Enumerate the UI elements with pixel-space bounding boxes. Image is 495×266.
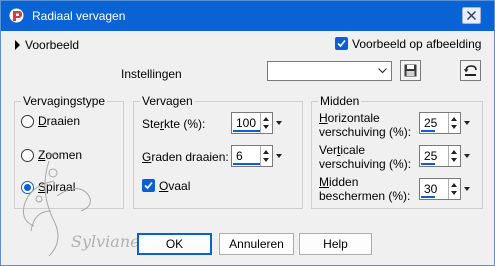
reset-icon	[464, 65, 477, 76]
close-icon	[467, 11, 476, 20]
ok-button[interactable]: OK	[137, 233, 212, 255]
strength-dropdown[interactable]	[275, 113, 283, 133]
dropdown-arrow-icon	[276, 154, 282, 158]
dialog-window: Radiaal vervagen Voorbeeld Voorbeeld op …	[0, 0, 495, 266]
chevron-down-icon	[378, 68, 387, 74]
arrow-down-icon[interactable]	[451, 125, 457, 129]
rotate-arrows[interactable]	[260, 146, 272, 166]
help-button[interactable]: Help	[299, 233, 372, 255]
protect-arrows[interactable]	[448, 179, 460, 199]
save-preset-button[interactable]	[400, 60, 421, 81]
cancel-button[interactable]: Annuleren	[219, 233, 294, 255]
check-icon	[337, 39, 346, 48]
arrow-down-icon[interactable]	[451, 191, 457, 195]
preview-label: Voorbeeld	[25, 38, 80, 52]
v-offset-label-line2: verschuiving (%):	[319, 157, 412, 171]
radio-rotate[interactable]	[21, 115, 34, 128]
strength-arrows[interactable]	[260, 113, 272, 133]
h-offset-label-line2: verschuiving (%):	[319, 125, 412, 139]
arrow-up-icon[interactable]	[451, 183, 457, 187]
window-title: Radiaal vervagen	[32, 9, 126, 23]
h-offset-label: Horizontale	[319, 111, 380, 125]
reset-button[interactable]	[460, 60, 481, 81]
h-offset-dropdown[interactable]	[463, 113, 471, 133]
arrow-down-icon[interactable]	[451, 158, 457, 162]
watermark-text: Sylviane	[71, 232, 140, 251]
strength-label: Sterkte (%):	[142, 117, 206, 131]
strength-bar	[233, 130, 261, 132]
rotate-dropdown[interactable]	[275, 146, 283, 166]
blur-type-title: Vervagingstype	[21, 94, 108, 108]
preview-on-image-label[interactable]: Voorbeeld op afbeelding	[352, 37, 481, 51]
app-icon	[9, 8, 24, 23]
dropdown-arrow-icon	[276, 121, 282, 125]
expand-triangle-icon	[15, 40, 20, 50]
v-offset-spinner[interactable]: 25	[419, 145, 461, 167]
arrow-down-icon[interactable]	[263, 125, 269, 129]
arrow-up-icon[interactable]	[451, 117, 457, 121]
blur-title: Vervagen	[140, 94, 195, 108]
arrow-up-icon[interactable]	[263, 150, 269, 154]
h-offset-arrows[interactable]	[448, 113, 460, 133]
arrow-up-icon[interactable]	[263, 117, 269, 121]
v-offset-value: 25	[424, 149, 438, 163]
protect-label-line2: beschermen (%):	[319, 189, 411, 203]
preview-on-image-checkbox[interactable]	[335, 37, 348, 50]
h-offset-spinner[interactable]: 25	[419, 112, 461, 134]
dropdown-arrow-icon	[464, 154, 470, 158]
protect-spinner[interactable]: 30	[419, 178, 461, 200]
dropdown-arrow-icon	[464, 187, 470, 191]
arrow-down-icon[interactable]	[263, 158, 269, 162]
protect-label: Midden	[319, 175, 359, 189]
protect-bar	[421, 196, 435, 198]
v-offset-label: Verticale	[319, 143, 366, 157]
radio-rotate-label[interactable]: Draaien	[38, 114, 80, 128]
settings-combo[interactable]	[267, 61, 392, 81]
rotate-bar	[233, 163, 261, 165]
rotate-value: 6	[236, 149, 243, 163]
strength-value: 100	[236, 116, 257, 130]
h-offset-bar	[421, 130, 435, 132]
rotate-spinner[interactable]: 6	[231, 145, 273, 167]
v-offset-bar	[421, 163, 435, 165]
protect-value: 30	[424, 182, 438, 196]
close-button[interactable]	[462, 7, 481, 24]
oval-label[interactable]: Ovaal	[159, 179, 190, 193]
title-bar[interactable]: Radiaal vervagen	[1, 1, 494, 31]
settings-label: Instellingen	[121, 67, 182, 81]
arrow-up-icon[interactable]	[451, 150, 457, 154]
center-title: Midden	[318, 94, 362, 108]
strength-spinner[interactable]: 100	[231, 112, 273, 134]
protect-dropdown[interactable]	[463, 179, 471, 199]
v-offset-dropdown[interactable]	[463, 146, 471, 166]
h-offset-value: 25	[424, 116, 438, 130]
floppy-disk-icon	[404, 64, 417, 77]
dropdown-arrow-icon	[464, 121, 470, 125]
v-offset-arrows[interactable]	[448, 146, 460, 166]
